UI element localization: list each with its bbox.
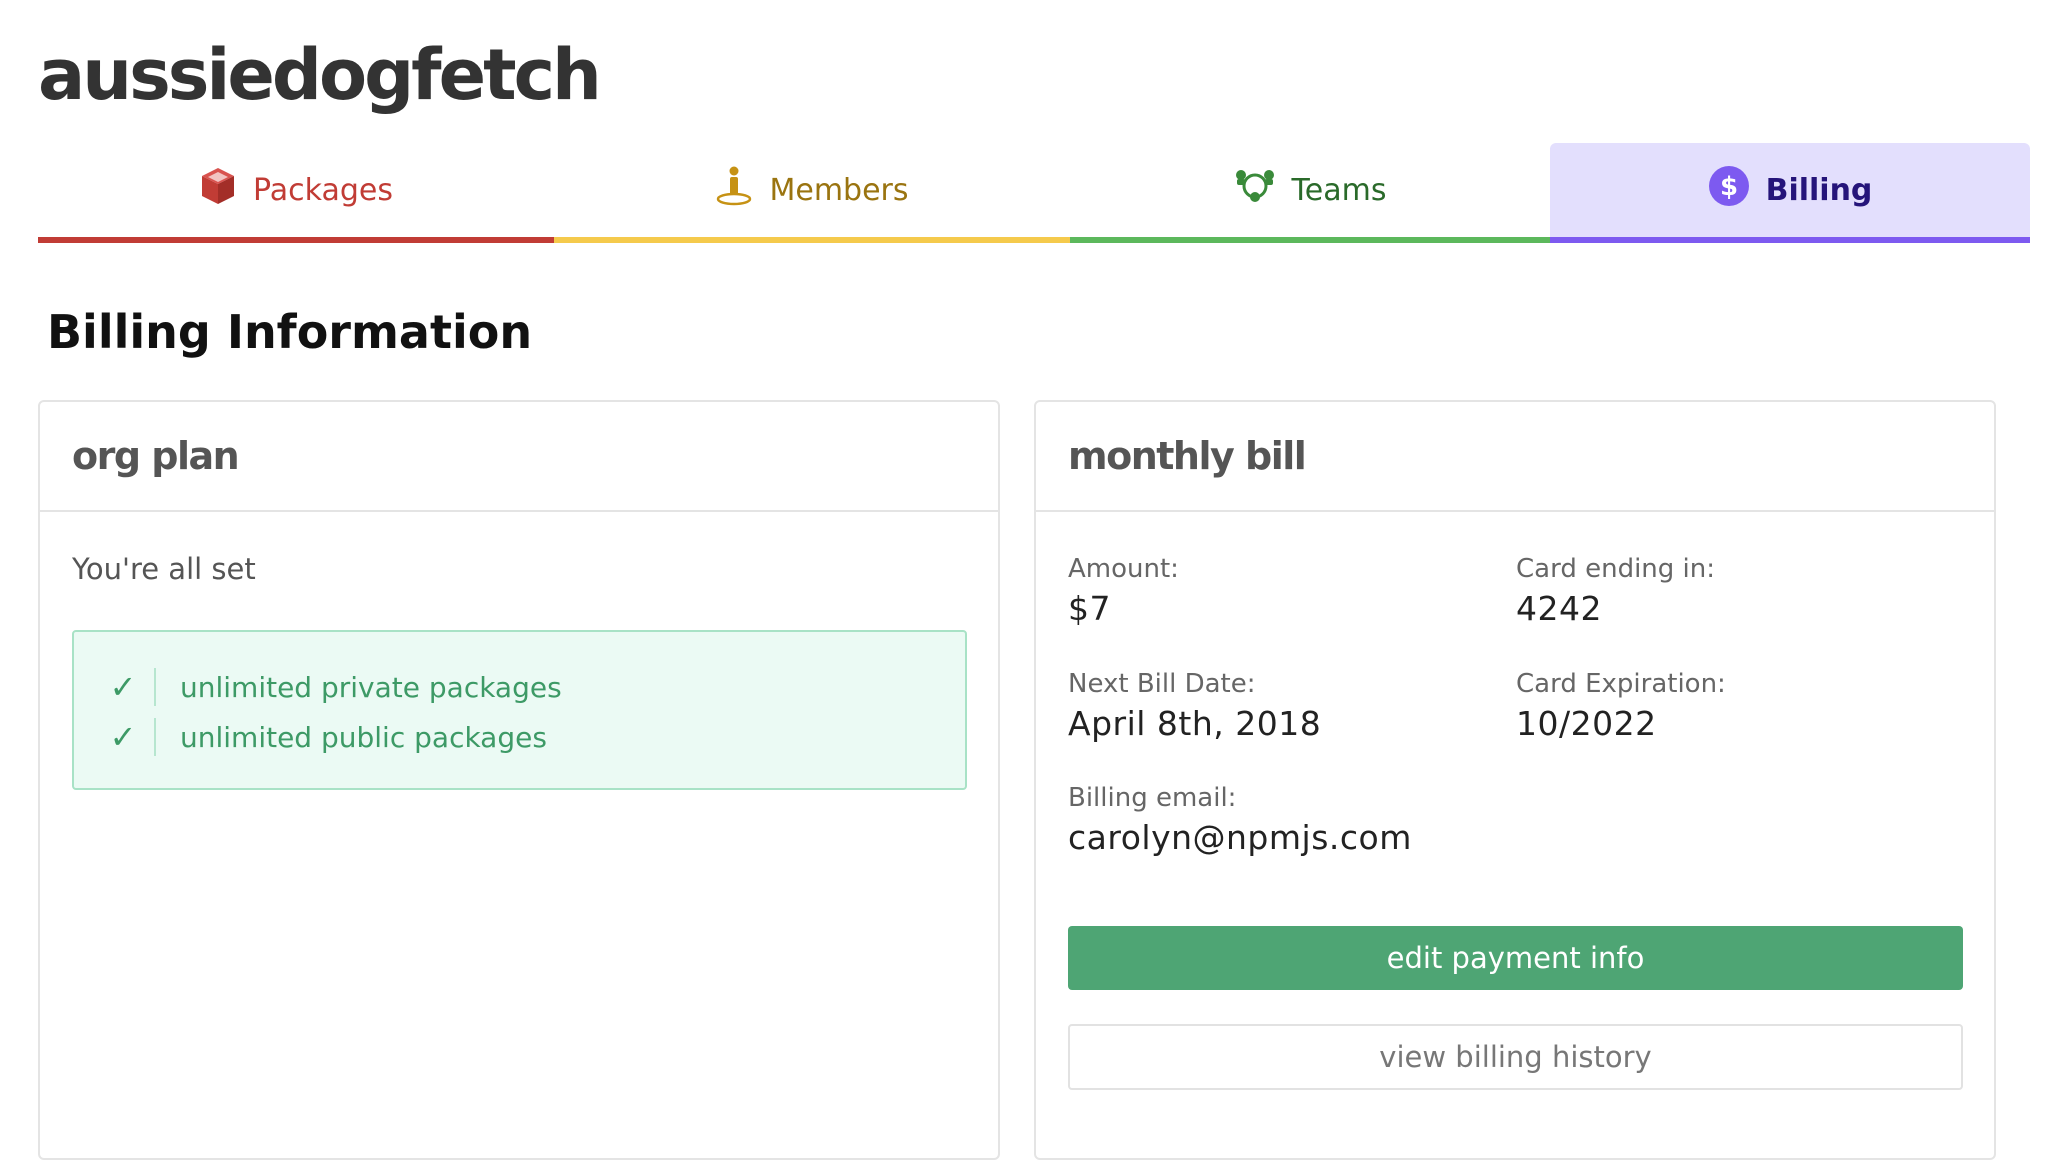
team-icon — [1234, 167, 1276, 213]
feature-label: unlimited private packages — [180, 670, 562, 704]
plan-features: ✓ unlimited private packages ✓ unlimited… — [72, 630, 967, 790]
svg-text:$: $ — [1720, 172, 1738, 202]
tab-members-label: Members — [769, 172, 909, 208]
package-cube-icon — [199, 166, 237, 214]
monthly-bill-header: monthly bill — [1036, 402, 1994, 512]
tab-packages[interactable]: Packages — [38, 143, 554, 243]
view-billing-history-button[interactable]: view billing history — [1068, 1024, 1963, 1090]
divider — [154, 668, 156, 706]
feature-label: unlimited public packages — [180, 720, 547, 754]
tab-teams-label: Teams — [1291, 172, 1387, 208]
list-item: ✓ unlimited public packages — [74, 712, 965, 762]
card-ending-field: Card ending in: 4242 — [1516, 552, 1715, 632]
edit-payment-info-button[interactable]: edit payment info — [1068, 926, 1963, 990]
billing-email-value: carolyn@npmjs.com — [1068, 818, 1412, 857]
amount-label: Amount: — [1068, 554, 1179, 584]
check-icon: ✓ — [109, 718, 137, 756]
billing-email-label: Billing email: — [1068, 783, 1237, 813]
org-plan-header: org plan — [40, 402, 998, 512]
tab-teams[interactable]: Teams — [1070, 143, 1550, 243]
card-expiration-value: 10/2022 — [1516, 704, 1657, 743]
divider — [154, 718, 156, 756]
dollar-circle-icon: $ — [1708, 165, 1750, 215]
check-icon: ✓ — [109, 668, 137, 706]
card-ending-value: 4242 — [1516, 589, 1602, 628]
amount-value: $7 — [1068, 589, 1111, 628]
next-bill-date-field: Next Bill Date: April 8th, 2018 — [1068, 667, 1321, 747]
person-icon — [715, 165, 753, 215]
billing-email-field: Billing email: carolyn@npmjs.com — [1068, 781, 1412, 861]
plan-status: You're all set — [72, 552, 256, 586]
next-bill-date-value: April 8th, 2018 — [1068, 704, 1322, 743]
card-expiration-label: Card Expiration: — [1516, 669, 1726, 699]
org-name: aussiedogfetch — [38, 34, 602, 116]
tab-billing[interactable]: $ Billing — [1550, 143, 2030, 243]
tab-members[interactable]: Members — [554, 143, 1070, 243]
tab-packages-label: Packages — [253, 172, 393, 208]
card-expiration-field: Card Expiration: 10/2022 — [1516, 667, 1726, 747]
org-plan-card: org plan You're all set ✓ unlimited priv… — [38, 400, 1000, 1160]
page-title: Billing Information — [47, 305, 533, 359]
org-plan-title: org plan — [72, 434, 240, 478]
next-bill-date-label: Next Bill Date: — [1068, 669, 1256, 699]
tab-billing-label: Billing — [1765, 172, 1873, 208]
list-item: ✓ unlimited private packages — [74, 662, 965, 712]
monthly-bill-card: monthly bill Amount: $7 Card ending in: … — [1034, 400, 1996, 1160]
card-ending-label: Card ending in: — [1516, 554, 1715, 584]
amount-field: Amount: $7 — [1068, 552, 1179, 632]
org-tabs: Packages Members Teams $ Billing — [38, 143, 2030, 249]
monthly-bill-title: monthly bill — [1068, 434, 1307, 478]
